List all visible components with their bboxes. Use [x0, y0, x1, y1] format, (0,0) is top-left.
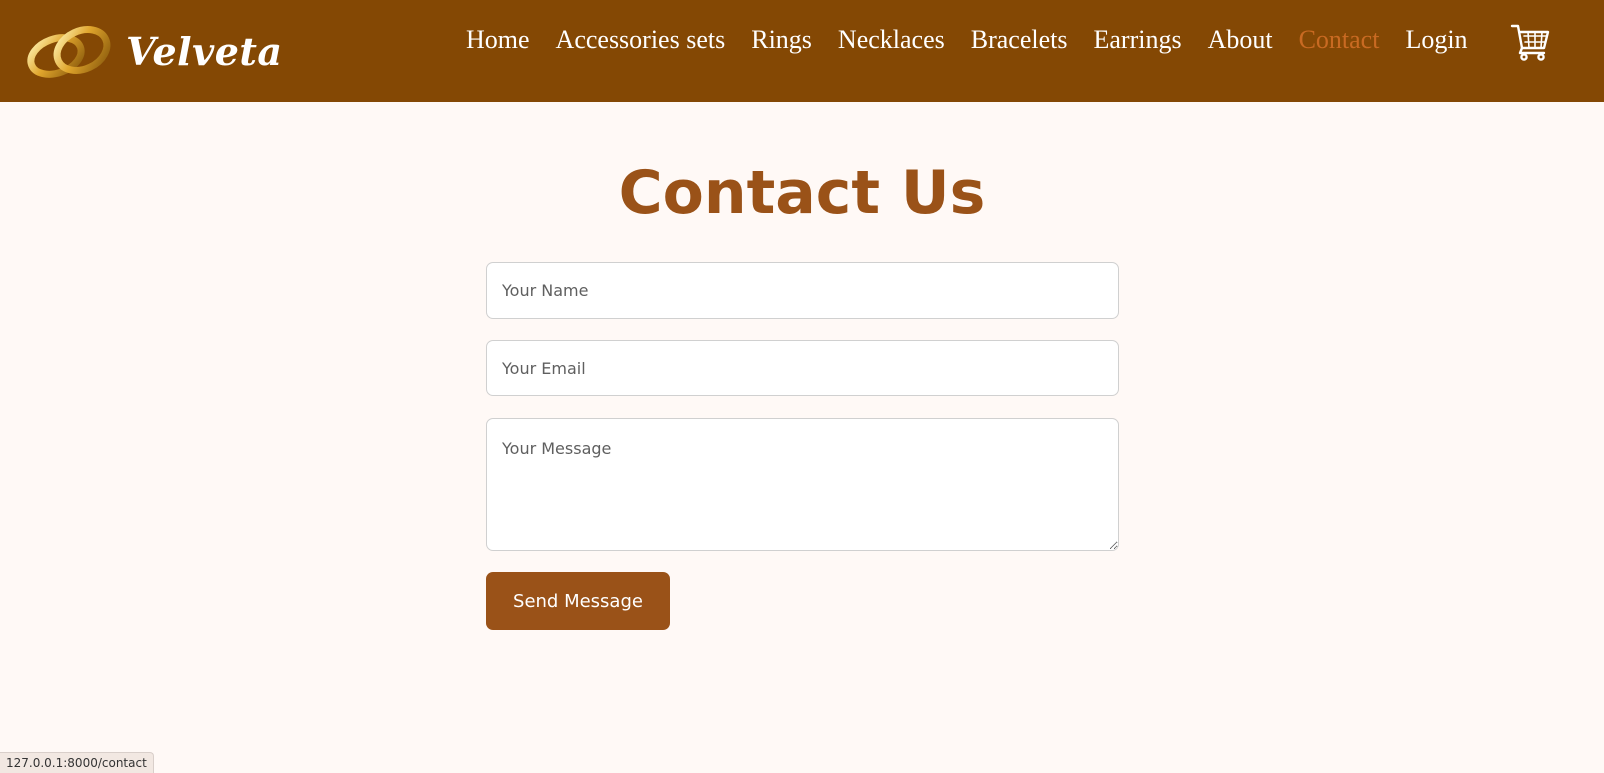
nav-link-home[interactable]: Home	[466, 25, 530, 55]
send-message-button[interactable]: Send Message	[486, 572, 670, 630]
nav-link-bracelets[interactable]: Bracelets	[971, 25, 1068, 55]
main-nav: Home Accessories sets Rings Necklaces Br…	[466, 22, 1494, 58]
page-title: Contact Us	[618, 158, 986, 228]
nav-link-login[interactable]: Login	[1405, 25, 1467, 55]
nav-link-accessories-sets[interactable]: Accessories sets	[556, 25, 726, 55]
email-input[interactable]	[486, 340, 1119, 396]
nav-link-rings[interactable]: Rings	[751, 25, 812, 55]
nav-link-necklaces[interactable]: Necklaces	[838, 25, 945, 55]
wedding-rings-icon	[27, 26, 111, 78]
nav-link-earrings[interactable]: Earrings	[1093, 25, 1181, 55]
navbar: Velveta Home Accessories sets Rings Neck…	[0, 0, 1604, 102]
brand-name: Velveta	[126, 28, 283, 74]
message-textarea[interactable]	[486, 418, 1119, 551]
brand-logo-link[interactable]: Velveta	[24, 18, 283, 84]
shopping-cart-icon[interactable]	[1510, 22, 1550, 62]
nav-link-about[interactable]: About	[1208, 25, 1273, 55]
nav-link-contact[interactable]: Contact	[1299, 25, 1380, 55]
name-input[interactable]	[486, 262, 1119, 319]
status-bar-url: 127.0.0.1:8000/contact	[0, 752, 154, 773]
